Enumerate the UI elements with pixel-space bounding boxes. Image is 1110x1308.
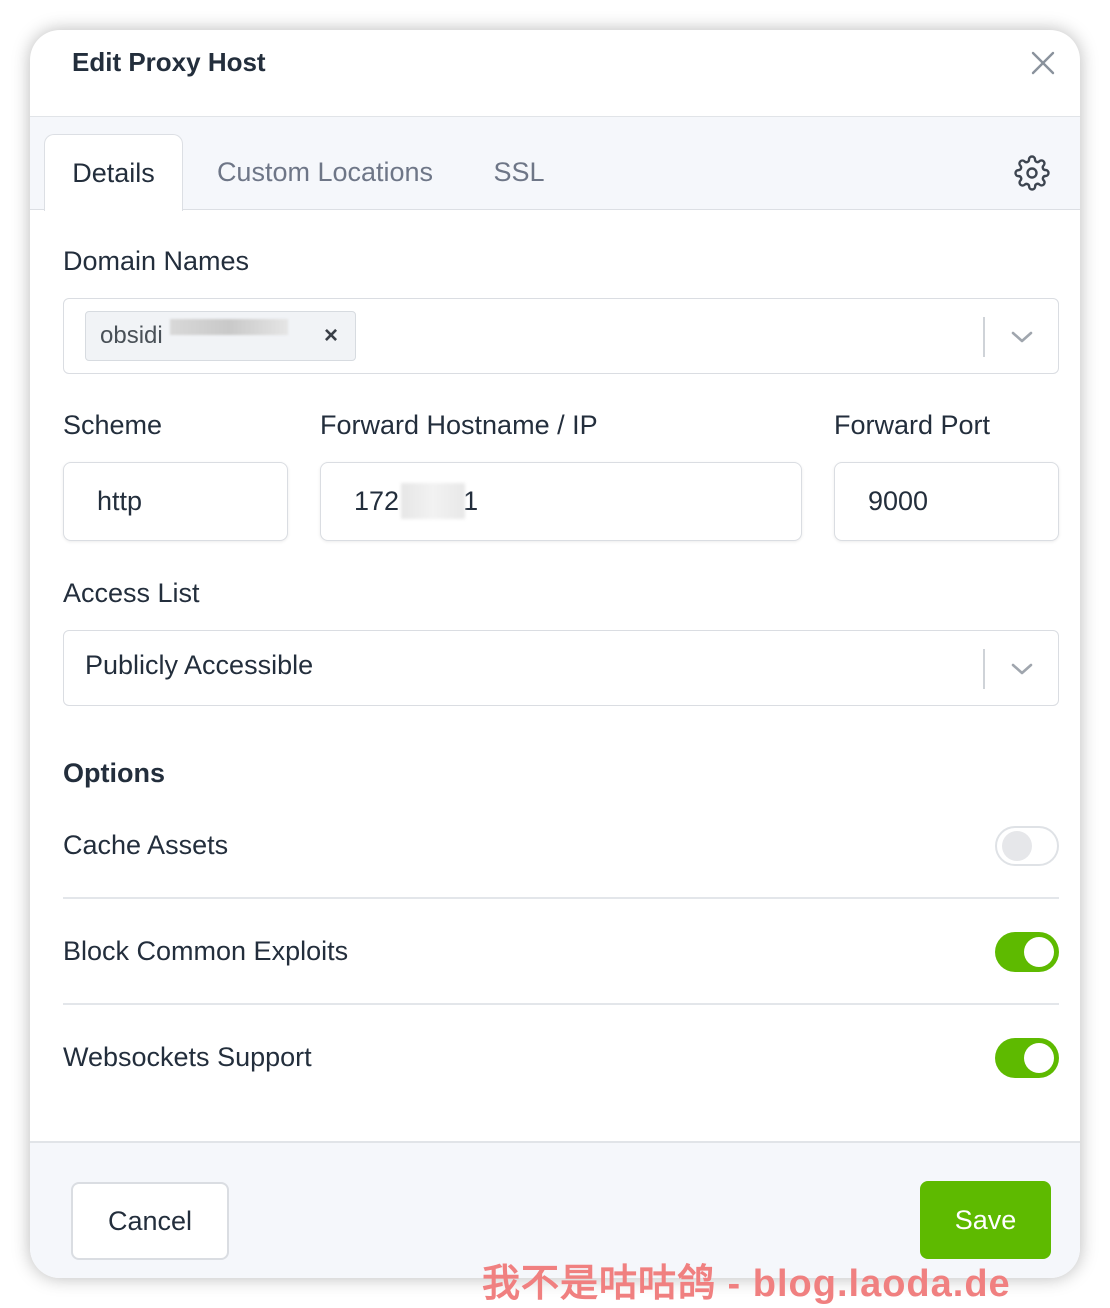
- divider: [63, 1003, 1059, 1005]
- forward-port-input[interactable]: 9000: [834, 462, 1059, 541]
- redacted-area: [401, 483, 465, 519]
- option-block-exploits-label: Block Common Exploits: [63, 936, 349, 966]
- edit-proxy-host-modal: Edit Proxy Host Details Custom Locations…: [30, 30, 1080, 1278]
- gear-icon[interactable]: [1014, 155, 1050, 191]
- tab-ssl[interactable]: SSL: [478, 134, 560, 210]
- cache-assets-toggle[interactable]: [995, 826, 1059, 866]
- redacted-area: [170, 319, 288, 335]
- domain-chip: obsidi ×: [85, 311, 356, 361]
- divider: [63, 897, 1059, 899]
- toggle-knob: [1002, 831, 1032, 861]
- forward-hostname-prefix: 172: [354, 486, 400, 516]
- forward-hostname-label: Forward Hostname / IP: [320, 410, 598, 440]
- forward-hostname-input[interactable]: 172 1: [320, 462, 802, 541]
- scheme-input[interactable]: http: [63, 462, 288, 541]
- modal-header: Edit Proxy Host: [30, 30, 1080, 117]
- forward-hostname-suffix: 1: [463, 486, 479, 516]
- websockets-toggle[interactable]: [995, 1038, 1059, 1078]
- chevron-down-icon[interactable]: [1008, 655, 1036, 683]
- forward-port-value: 9000: [868, 486, 929, 516]
- select-divider: [983, 649, 985, 689]
- tabs-bar: Details Custom Locations SSL: [30, 117, 1080, 211]
- toggle-knob: [1024, 1043, 1054, 1073]
- domain-names-select[interactable]: obsidi ×: [63, 298, 1059, 374]
- scheme-value: http: [97, 486, 143, 516]
- block-exploits-toggle[interactable]: [995, 932, 1059, 972]
- options-heading: Options: [63, 758, 165, 788]
- scheme-label: Scheme: [63, 410, 163, 440]
- save-button[interactable]: Save: [920, 1181, 1051, 1259]
- chevron-down-icon[interactable]: [1008, 323, 1036, 351]
- cancel-button[interactable]: Cancel: [71, 1182, 229, 1260]
- modal-title: Edit Proxy Host: [72, 47, 266, 77]
- domain-names-label: Domain Names: [63, 246, 250, 276]
- watermark: 我不是咕咕鸽 - blog.laoda.de: [482, 1263, 1011, 1305]
- chip-remove-icon[interactable]: ×: [319, 322, 343, 350]
- select-divider: [983, 317, 985, 357]
- domain-chip-text: obsidi: [100, 322, 163, 349]
- toggle-knob: [1024, 937, 1054, 967]
- option-websockets-label: Websockets Support: [63, 1042, 312, 1072]
- option-cache-assets-label: Cache Assets: [63, 830, 229, 860]
- tab-details[interactable]: Details: [44, 134, 183, 211]
- access-list-value: Publicly Accessible: [85, 650, 314, 680]
- close-icon[interactable]: [1028, 48, 1058, 78]
- access-list-select[interactable]: Publicly Accessible: [63, 630, 1059, 706]
- tab-custom-locations[interactable]: Custom Locations: [202, 134, 448, 210]
- access-list-label: Access List: [63, 578, 200, 608]
- forward-port-label: Forward Port: [834, 410, 991, 440]
